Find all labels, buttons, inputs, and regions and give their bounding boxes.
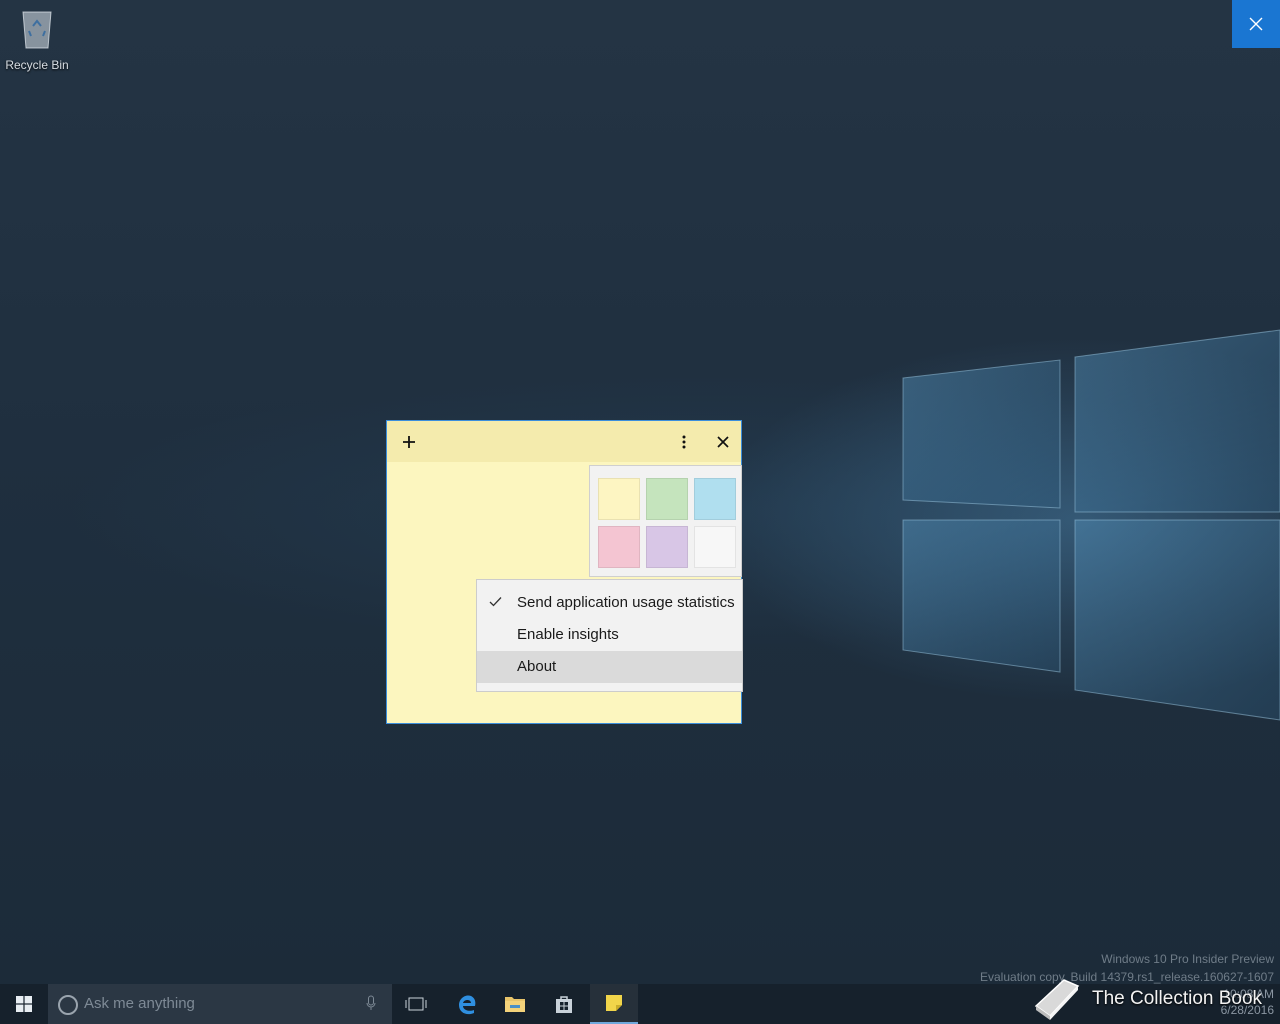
file-explorer-button[interactable] xyxy=(491,984,539,1024)
color-swatch-purple[interactable] xyxy=(646,526,688,568)
note-title-bar xyxy=(387,421,741,462)
menu-item-usage-statistics[interactable]: Send application usage statistics xyxy=(477,587,742,619)
collection-book-overlay: The Collection Book xyxy=(1030,976,1262,1022)
menu-item-label: Enable insights xyxy=(517,626,619,643)
edge-button[interactable] xyxy=(443,984,491,1024)
cortana-search-box[interactable]: Ask me anything xyxy=(48,984,392,1024)
recycle-bin[interactable]: Recycle Bin xyxy=(4,6,70,72)
windows-start-icon xyxy=(16,996,32,1012)
sticky-notes-icon xyxy=(606,995,622,1011)
watermark-line-1: Windows 10 Pro Insider Preview xyxy=(1101,952,1274,966)
recycle-bin-label: Recycle Bin xyxy=(5,58,69,72)
store-icon xyxy=(556,996,572,1013)
cortana-icon xyxy=(58,995,78,1015)
store-button[interactable] xyxy=(540,984,588,1024)
ellipsis-icon xyxy=(682,435,686,448)
new-note-button[interactable] xyxy=(389,421,429,462)
sticky-note[interactable]: Send application usage statistics Enable… xyxy=(386,420,743,724)
settings-menu: Send application usage statistics Enable… xyxy=(476,579,743,692)
task-view-button[interactable] xyxy=(392,984,440,1024)
menu-item-label: Send application usage statistics xyxy=(517,594,735,611)
close-icon xyxy=(1249,17,1263,31)
menu-item-enable-insights[interactable]: Enable insights xyxy=(477,619,742,651)
brand-name: The Collection Book xyxy=(1092,988,1263,1009)
file-explorer-icon xyxy=(505,997,525,1012)
color-swatch-green[interactable] xyxy=(646,478,688,520)
color-swatch-blue[interactable] xyxy=(694,478,736,520)
task-view-icon xyxy=(405,997,427,1011)
plus-icon xyxy=(403,435,415,448)
menu-button[interactable] xyxy=(664,421,704,462)
color-palette xyxy=(589,465,742,577)
recycle-bin-icon xyxy=(17,6,57,50)
start-button[interactable] xyxy=(0,984,48,1024)
edge-icon xyxy=(459,995,476,1015)
menu-item-about[interactable]: About xyxy=(477,651,742,683)
color-swatch-white[interactable] xyxy=(694,526,736,568)
close-icon xyxy=(717,435,729,448)
menu-item-label: About xyxy=(517,658,557,675)
close-note-button[interactable] xyxy=(703,421,743,462)
check-icon xyxy=(489,594,502,611)
color-swatch-pink[interactable] xyxy=(598,526,640,568)
book-icon xyxy=(1034,979,1080,1020)
close-button[interactable] xyxy=(1232,0,1280,48)
sticky-notes-taskbar-button[interactable] xyxy=(590,984,638,1024)
color-swatch-yellow[interactable] xyxy=(598,478,640,520)
search-placeholder: Ask me anything xyxy=(84,995,195,1012)
microphone-icon[interactable] xyxy=(366,995,376,1015)
